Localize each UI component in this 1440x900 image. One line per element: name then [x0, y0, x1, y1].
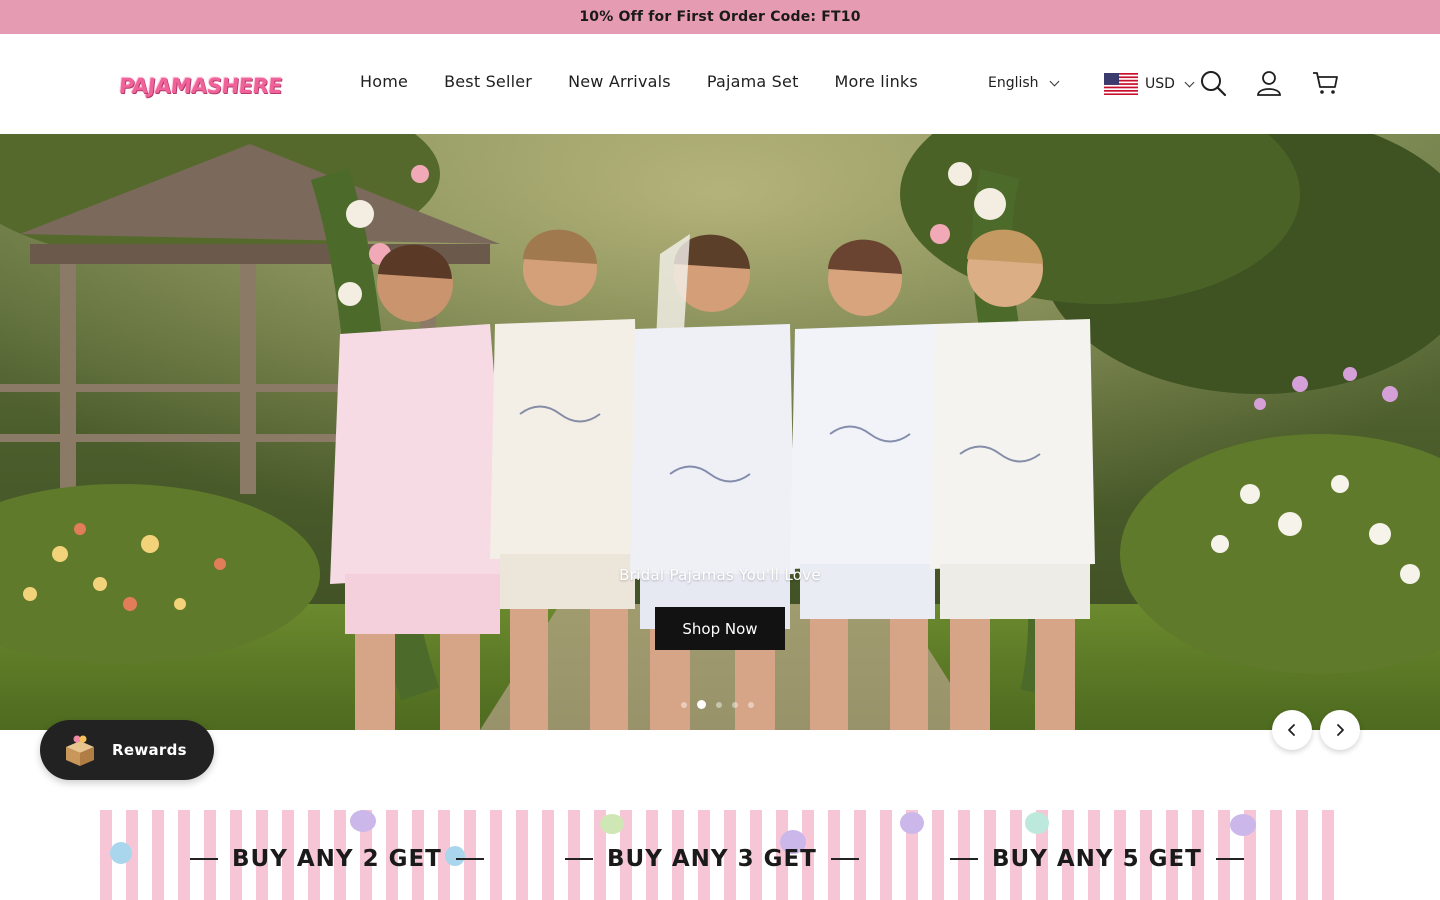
store-logo[interactable]: PAJAMASHERE [118, 74, 284, 98]
gift-box-icon [66, 735, 94, 766]
slide-dot-active[interactable] [697, 700, 706, 709]
slide-dot[interactable] [748, 701, 754, 708]
promo-offer-3[interactable]: BUY ANY 3 GET [565, 846, 859, 872]
slideshow-dots [681, 700, 754, 709]
promo-offer-label: BUY ANY 3 GET [607, 846, 817, 872]
divider-line [830, 858, 859, 860]
us-flag-icon [1104, 73, 1138, 95]
slide-dot[interactable] [716, 701, 722, 708]
next-slide-button[interactable] [1320, 710, 1360, 750]
chevron-down-icon [1049, 76, 1060, 86]
divider-line [565, 858, 593, 860]
chevron-left-icon [1288, 724, 1295, 736]
promo-offer-5[interactable]: BUY ANY 5 GET [950, 846, 1244, 872]
promo-offer-label: BUY ANY 2 GET [232, 846, 442, 872]
promo-banner[interactable]: BUY ANY 2 GET BUY ANY 3 GET BUY ANY 5 GE… [100, 810, 1340, 900]
slide-dot[interactable] [681, 701, 687, 708]
hero-caption: Bridal Pajamas You'll Love [619, 566, 821, 584]
nav-pajama-set[interactable]: Pajama Set [707, 72, 799, 91]
main-nav: Home Best Seller New Arrivals Pajama Set… [360, 72, 954, 91]
promo-offer-2[interactable]: BUY ANY 2 GET [190, 846, 484, 872]
chevron-right-icon [1337, 724, 1344, 736]
currency-label: USD [1145, 76, 1175, 92]
announcement-bar: 10% Off for First Order Code: FT10 [0, 0, 1440, 34]
language-label: English [988, 75, 1039, 91]
divider-line [455, 858, 484, 860]
currency-selector[interactable]: USD [1104, 73, 1195, 95]
nav-new-arrivals[interactable]: New Arrivals [568, 72, 671, 91]
search-icon[interactable] [1199, 69, 1227, 97]
account-icon[interactable] [1255, 69, 1283, 97]
chevron-down-icon [1184, 77, 1195, 87]
nav-more-links[interactable]: More links [835, 72, 918, 91]
rewards-label: Rewards [112, 741, 187, 759]
previous-slide-button[interactable] [1272, 710, 1312, 750]
nav-home[interactable]: Home [360, 72, 408, 91]
shop-now-button[interactable]: Shop Now [655, 607, 785, 650]
language-selector[interactable]: English [988, 75, 1060, 91]
divider-line [1215, 858, 1244, 860]
slide-dot[interactable] [732, 701, 738, 708]
announcement-text: 10% Off for First Order Code: FT10 [579, 9, 861, 25]
divider-line [190, 858, 218, 860]
cart-icon[interactable] [1311, 69, 1339, 97]
promo-offer-label: BUY ANY 5 GET [992, 846, 1202, 872]
divider-line [950, 858, 978, 860]
nav-best-seller[interactable]: Best Seller [444, 72, 532, 91]
rewards-launcher[interactable]: Rewards [40, 720, 214, 780]
